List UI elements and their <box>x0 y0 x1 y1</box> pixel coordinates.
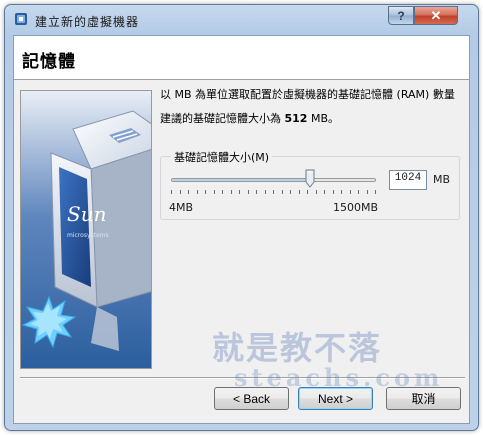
memory-size-label: 基礎記憶體大小(M) <box>171 149 273 165</box>
help-button[interactable]: ? <box>388 6 414 25</box>
slider-tick <box>282 190 283 194</box>
slider-tick <box>290 190 291 194</box>
slider-tick <box>180 190 181 194</box>
virtualbox-cube-illustration: Sun microsystems <box>21 91 151 368</box>
memory-slider-ticks <box>171 190 376 196</box>
memory-slider-track[interactable] <box>171 178 376 182</box>
page-title: 記憶體 <box>22 52 76 72</box>
recommended-memory-value: 512 <box>284 112 308 125</box>
slider-tick <box>256 190 257 194</box>
dialog-client-area: 記憶體 Sun microsystems 以 MB 為單位選取配置於虛擬機器的基… <box>13 35 470 424</box>
recommended-memory-text: 建議的基礎記憶體大小為 512 MB。 <box>160 110 460 126</box>
slider-tick <box>333 190 334 194</box>
slider-tick <box>341 190 342 194</box>
virtualbox-icon <box>15 13 27 25</box>
slider-tick <box>214 190 215 194</box>
slider-tick <box>273 190 274 194</box>
help-icon: ? <box>397 8 405 23</box>
slider-tick <box>299 190 300 194</box>
slider-tick <box>188 190 189 194</box>
slider-tick <box>197 190 198 194</box>
recommend-prefix: 建議的基礎記憶體大小為 <box>160 112 285 125</box>
memory-description-area: 以 MB 為單位選取配置於虛擬機器的基礎記憶體 (RAM) 數量 建議的基礎記憶… <box>160 88 460 126</box>
slider-tick <box>316 190 317 194</box>
slider-tick <box>375 190 376 194</box>
slider-tick <box>350 190 351 194</box>
title-bar[interactable]: 建立新的虛擬機器 ? ✕ <box>5 5 478 35</box>
slider-tick <box>205 190 206 194</box>
slider-tick <box>265 190 266 194</box>
footer-divider <box>20 377 465 379</box>
memory-unit-label: MB <box>433 173 451 186</box>
slider-tick <box>248 190 249 194</box>
close-button[interactable]: ✕ <box>414 6 458 25</box>
memory-slider-fill <box>172 179 311 181</box>
slider-tick <box>367 190 368 194</box>
back-button[interactable]: < Back <box>214 387 289 410</box>
slider-tick <box>222 190 223 194</box>
memory-size-group: 基礎記憶體大小(M) 4MB 1500MB 1024 MB <box>160 149 460 220</box>
page-header: 記憶體 <box>14 36 469 80</box>
memory-min-label: 4MB <box>169 201 194 214</box>
slider-tick <box>358 190 359 194</box>
memory-max-label: 1500MB <box>333 201 379 214</box>
watermark-line1: 就是教不落 <box>212 329 383 367</box>
slider-tick <box>324 190 325 194</box>
wizard-side-image: Sun microsystems <box>20 90 152 369</box>
sun-logo-subtext: microsystems <box>67 232 109 239</box>
close-icon: ✕ <box>430 7 442 23</box>
memory-slider-thumb[interactable] <box>305 169 315 188</box>
sun-logo-text: Sun <box>67 202 106 226</box>
dialog-window: 建立新的虛擬機器 ? ✕ 記憶體 Sun microsystems 以 MB 為… <box>4 4 479 431</box>
memory-description: 以 MB 為單位選取配置於虛擬機器的基礎記憶體 (RAM) 數量 <box>160 88 455 101</box>
slider-tick <box>239 190 240 194</box>
slider-tick <box>307 190 308 194</box>
recommend-suffix: MB。 <box>307 112 340 125</box>
slider-tick <box>231 190 232 194</box>
memory-size-input[interactable]: 1024 <box>389 170 427 190</box>
window-title: 建立新的虛擬機器 <box>35 15 140 29</box>
slider-tick <box>171 190 172 194</box>
cancel-button[interactable]: 取消 <box>386 387 461 410</box>
next-button[interactable]: Next > <box>298 387 373 410</box>
